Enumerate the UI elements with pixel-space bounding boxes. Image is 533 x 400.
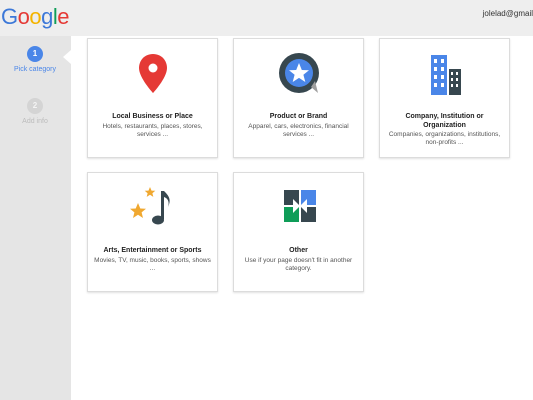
- squares-arrows-icon: [274, 183, 324, 233]
- category-card-company[interactable]: Company, Institution or Organization Com…: [379, 38, 510, 158]
- step-number-badge: 2: [27, 98, 43, 114]
- card-title: Arts, Entertainment or Sports: [103, 247, 202, 254]
- steps-sidebar: 1 Pick category 2 Add info: [0, 36, 70, 400]
- logo-letter: o: [17, 4, 30, 29]
- google-logo[interactable]: Google: [1, 4, 70, 30]
- account-email[interactable]: jolelad@gmail: [483, 9, 533, 18]
- map-pin-icon: [128, 49, 178, 99]
- buildings-icon: [420, 49, 470, 99]
- active-step-pointer: [63, 50, 71, 64]
- logo-letter: G: [1, 4, 18, 29]
- music-stars-icon: [128, 183, 178, 233]
- category-panel: Local Business or Place Hotels, restaura…: [71, 36, 533, 400]
- card-description: Movies, TV, music, books, sports, shows …: [94, 257, 211, 272]
- logo-letter: o: [29, 4, 42, 29]
- category-card-local-business[interactable]: Local Business or Place Hotels, restaura…: [87, 38, 218, 158]
- step-label: Pick category: [13, 66, 57, 73]
- step-add-info: 2 Add info: [0, 98, 70, 125]
- card-title: Company, Institution or Organization: [405, 113, 484, 129]
- step-pick-category[interactable]: 1 Pick category: [0, 46, 70, 73]
- card-description: Companies, organizations, institutions, …: [388, 131, 501, 146]
- card-description: Apparel, cars, electronics, financial se…: [248, 123, 349, 138]
- step-label: Add info: [22, 118, 48, 125]
- logo-letter: g: [41, 4, 53, 29]
- logo-letter: e: [57, 4, 70, 29]
- category-card-product-brand[interactable]: Product or Brand Apparel, cars, electron…: [233, 38, 364, 158]
- card-title: Other: [289, 247, 308, 254]
- card-description: Use if your page doesn't fit in another …: [244, 257, 353, 272]
- step-number-badge: 1: [27, 46, 43, 62]
- card-description: Hotels, restaurants, places, stores, ser…: [102, 123, 203, 138]
- top-bar: Google jolelad@gmail: [0, 0, 533, 36]
- card-title: Product or Brand: [269, 113, 328, 120]
- category-card-arts[interactable]: Arts, Entertainment or Sports Movies, TV…: [87, 172, 218, 292]
- category-card-other[interactable]: Other Use if your page doesn't fit in an…: [233, 172, 364, 292]
- card-title: Local Business or Place: [112, 113, 193, 120]
- star-badge-icon: [274, 49, 324, 99]
